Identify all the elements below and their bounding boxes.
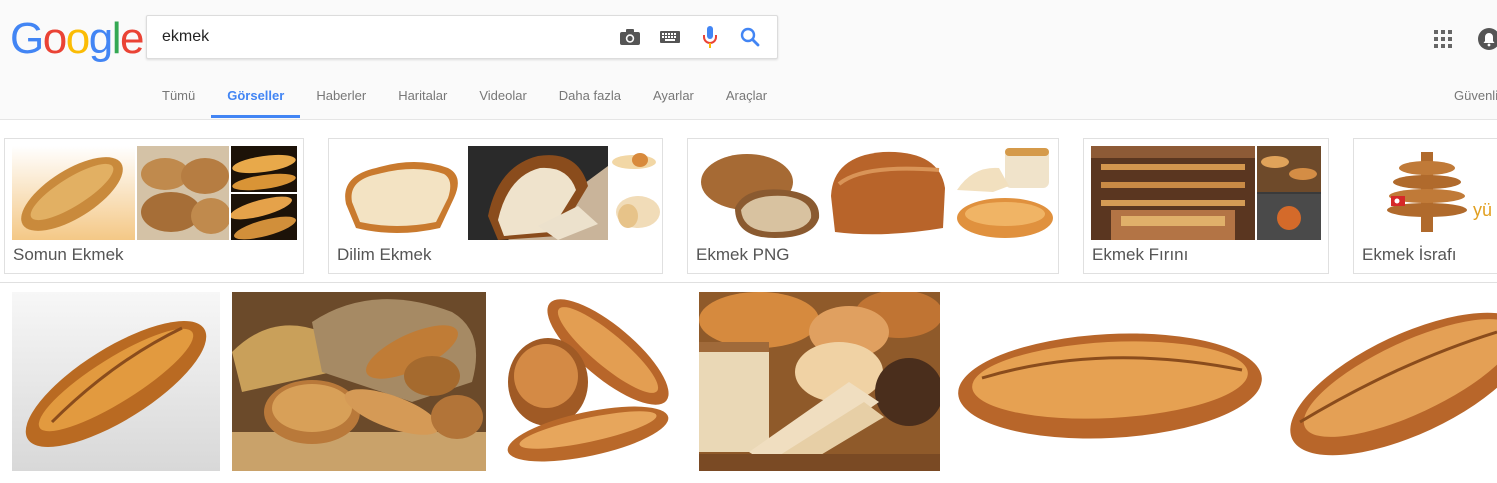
thumbnail-image: yü — [1361, 146, 1497, 240]
chip-thumbnails — [336, 146, 662, 240]
thumbnail-image — [231, 146, 297, 240]
tab-news[interactable]: Haberler — [300, 76, 382, 118]
search-tabs: Tümü Görseller Haberler Haritalar Videol… — [146, 76, 783, 118]
related-chip-ekmek-png[interactable]: Ekmek PNG — [687, 138, 1059, 274]
thumbnail-image — [695, 146, 821, 240]
logo-letter: g — [88, 14, 113, 63]
thumbnail-image — [823, 146, 951, 240]
image-result[interactable] — [952, 292, 1268, 471]
related-chip-dilim-ekmek[interactable]: Dilim Ekmek — [328, 138, 663, 274]
logo-letter: e — [119, 14, 144, 63]
search-input[interactable] — [162, 16, 602, 58]
result-thumbnail — [232, 292, 486, 471]
image-result[interactable] — [232, 292, 486, 471]
tab-settings[interactable]: Ayarlar — [637, 76, 710, 118]
header-bar: Google Tümü Görseller Haberler Haritalar… — [0, 0, 1497, 120]
thumbnail-image — [336, 146, 466, 240]
tab-more[interactable]: Daha fazla — [543, 76, 637, 118]
chip-label: Ekmek İsrafı — [1362, 245, 1457, 264]
tab-tools[interactable]: Araçlar — [710, 76, 783, 118]
logo-letter: l — [111, 14, 122, 63]
tab-maps[interactable]: Haritalar — [382, 76, 463, 118]
mic-icon[interactable] — [698, 25, 722, 49]
image-result[interactable] — [699, 292, 940, 471]
tab-all[interactable]: Tümü — [146, 76, 211, 118]
chip-thumbnails — [1091, 146, 1321, 240]
result-thumbnail — [952, 292, 1268, 471]
chip-label: Somun Ekmek — [13, 245, 124, 264]
apps-grid-icon[interactable] — [1434, 30, 1452, 48]
keyboard-icon[interactable] — [658, 25, 682, 49]
chip-thumbnails — [695, 146, 1053, 240]
chip-thumbnails — [12, 146, 297, 240]
image-result[interactable] — [498, 292, 687, 471]
thumbnail-image — [610, 146, 662, 240]
thumbnail-image — [468, 146, 608, 240]
notifications-icon[interactable] — [1478, 28, 1497, 50]
safe-search-link[interactable]: Güvenli — [1454, 88, 1497, 103]
chip-label: Ekmek Fırını — [1092, 245, 1189, 264]
image-result[interactable] — [1280, 292, 1497, 471]
logo-letter: G — [10, 14, 44, 63]
chip-thumbnails: yü — [1361, 146, 1497, 240]
logo-letter: o — [65, 14, 90, 63]
result-thumbnail — [12, 292, 220, 471]
thumbnail-image — [1091, 146, 1255, 240]
tab-videos[interactable]: Videolar — [463, 76, 542, 118]
related-chip-ekmek-firini[interactable]: Ekmek Fırını — [1083, 138, 1329, 274]
google-logo[interactable]: Google — [10, 14, 144, 64]
thumbnail-image — [12, 146, 135, 240]
result-thumbnail — [1280, 292, 1497, 471]
tab-images[interactable]: Görseller — [211, 76, 301, 118]
camera-icon[interactable] — [618, 25, 642, 49]
thumbnail-image — [1257, 146, 1321, 240]
related-chip-ekmek-israfi[interactable]: yü Ekmek İsrafı — [1353, 138, 1497, 274]
logo-letter: o — [42, 14, 67, 63]
image-result[interactable] — [12, 292, 220, 471]
search-icon[interactable] — [738, 25, 762, 49]
result-thumbnail — [699, 292, 940, 471]
related-chip-somun-ekmek[interactable]: Somun Ekmek — [4, 138, 304, 274]
related-searches: Somun Ekmek Dilim Ekmek Ekmek PNG Ekmek … — [0, 138, 1497, 275]
thumbnail-image — [953, 146, 1053, 240]
search-box[interactable] — [146, 15, 778, 59]
thumbnail-text: yü — [1473, 200, 1492, 220]
divider — [0, 282, 1497, 283]
thumbnail-image — [137, 146, 229, 240]
result-thumbnail — [498, 292, 687, 471]
chip-label: Ekmek PNG — [696, 245, 790, 264]
chip-label: Dilim Ekmek — [337, 245, 432, 264]
